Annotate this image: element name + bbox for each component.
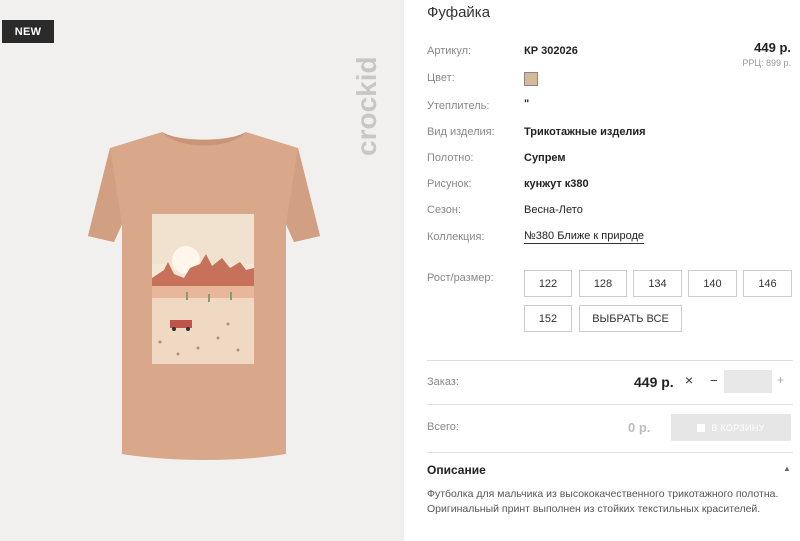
new-badge: NEW [2,20,54,43]
brand-logo: crockid [351,56,382,156]
print-value: кунжут к380 [524,178,589,190]
divider [427,404,793,405]
tshirt-image [88,132,320,460]
quantity-increase-button[interactable]: + [777,373,784,387]
add-to-cart-label: В КОРЗИНУ [711,422,765,433]
divider [427,452,793,453]
print-label: Рисунок: [427,178,472,190]
season-label: Сезон: [427,204,461,216]
close-icon[interactable]: × [685,372,693,388]
type-label: Вид изделия: [427,126,495,138]
chevron-up-icon[interactable]: ▲ [783,464,791,473]
season-value: Весна-Лето [524,204,583,216]
insulation-label: Утеплитель: [427,100,490,112]
quantity-decrease-button[interactable]: − [710,373,718,388]
size-button-128[interactable]: 128 [579,270,627,297]
order-label: Заказ: [427,376,459,388]
collection-link[interactable]: №380 Ближе к природе [524,230,645,244]
fabric-value: Супрем [524,152,566,164]
article-label: Артикул: [427,45,472,57]
quantity-input[interactable] [724,370,772,393]
cart-icon [697,423,706,432]
brand-logo-text: crockid [351,56,382,156]
order-price: 449 р. [634,374,674,390]
type-value: Трикотажные изделия [524,126,646,138]
rrp-price: РРЦ: 899 р. [742,58,791,68]
description-title[interactable]: Описание [427,463,486,477]
color-label: Цвет: [427,72,455,84]
description-text: Футболка для мальчика из высококачествен… [427,488,779,515]
size-button-152[interactable]: 152 [524,305,572,332]
insulation-value: " [524,98,530,110]
size-button-140[interactable]: 140 [688,270,737,297]
total-value: 0 р. [628,420,651,435]
article-value: КР 302026 [524,45,578,57]
collection-label: Коллекция: [427,231,485,243]
size-button-146[interactable]: 146 [743,270,792,297]
product-title: Фуфайка [427,4,491,21]
product-info: Фуфайка Артикул: КР 302026 449 р. РРЦ: 8… [427,0,800,541]
divider [427,360,793,361]
select-all-button[interactable]: ВЫБРАТЬ ВСЕ [579,305,682,332]
size-label: Рост/размер: [427,272,494,284]
product-image[interactable]: NEW crockid [0,0,404,541]
add-to-cart-button[interactable]: В КОРЗИНУ [671,414,791,441]
size-button-122[interactable]: 122 [524,270,572,297]
size-button-134[interactable]: 134 [633,270,682,297]
product-price: 449 р. [754,40,791,55]
total-label: Всего: [427,421,459,433]
fabric-label: Полотно: [427,152,474,164]
color-swatch[interactable] [524,72,538,86]
